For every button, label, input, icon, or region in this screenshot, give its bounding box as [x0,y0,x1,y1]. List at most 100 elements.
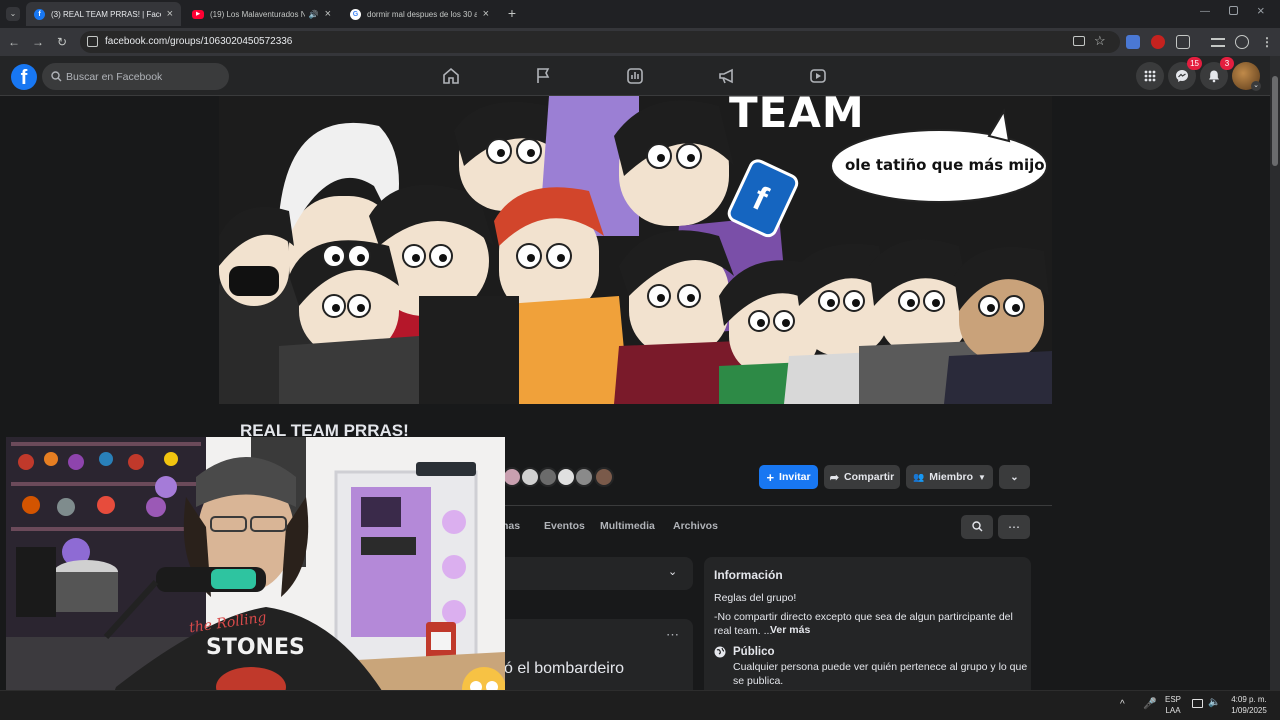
maximize-window-icon[interactable] [1229,6,1238,15]
install-app-icon[interactable] [1073,36,1085,46]
tab-search-icon[interactable]: ⌄ [6,7,20,21]
chevron-down-icon: ⌄ [1010,471,1019,483]
tab-archivos[interactable]: Archivos [673,520,718,532]
notifications-button[interactable]: 3 [1200,57,1234,90]
group-search-button[interactable] [961,515,993,539]
chevron-down-icon[interactable]: ⌄ [668,565,677,578]
member-label: Miembro [929,471,974,483]
browser-tab-google[interactable]: G dormir mal despues de los 30 años × [342,2,497,26]
bookmark-star-icon[interactable]: ☆ [1094,33,1106,49]
post-text: ó el bombardeiro [504,660,625,677]
member-avatar[interactable] [538,467,558,487]
close-tab-icon[interactable]: × [325,8,331,20]
notifications-badge: 3 [1220,57,1234,70]
site-info-icon[interactable] [87,36,98,47]
search-icon [971,521,982,532]
group-more-button[interactable]: ⋯ [998,515,1030,539]
invite-label: Invitar [779,471,811,483]
post-card: ⋯ ó el bombardeiro [500,619,693,694]
cover-speech-text: ole tatiño que más mijo [845,156,1045,174]
minimize-window-icon[interactable]: — [1200,6,1210,17]
profile-icon[interactable] [1235,35,1249,49]
page-scrollbar[interactable] [1270,56,1280,690]
network-icon[interactable] [1192,699,1203,708]
browser-tab-youtube[interactable]: ▶ (19) Los Malaventurados No Lloran 🔊 × [184,2,339,26]
tab-eventos[interactable]: Eventos [544,520,585,532]
menu-grid-button[interactable] [1136,62,1164,90]
caret-down-icon: ▼ [978,472,986,482]
account-chevron-icon[interactable]: ⌄ [1251,81,1261,91]
webcam-overlay: the Rolling STONES [6,437,505,715]
messenger-badge: 15 [1187,57,1202,70]
webcam-scene [6,437,505,715]
volume-icon[interactable]: 🔈 [1208,697,1220,708]
facebook-header: f Buscar en Facebook 15 3 ⌄ [0,56,1280,96]
reload-icon[interactable]: ↻ [54,34,70,50]
back-arrow-icon[interactable]: ← [6,34,22,50]
media-control-icon[interactable] [1211,38,1225,47]
clock-date[interactable]: 1/09/2025 [1226,706,1272,715]
pages-flag-icon[interactable] [533,66,553,86]
video-icon[interactable] [808,66,828,86]
member-button[interactable]: 👥 Miembro ▼ [906,465,993,489]
forward-arrow-icon[interactable]: → [30,34,46,50]
tab-multimedia[interactable]: Multimedia [600,520,655,532]
grid-icon [1144,70,1156,82]
shirt-text-stones: STONES [206,635,305,660]
member-avatar[interactable] [502,467,522,487]
rules-text: -No compartir directo excepto que sea de… [714,611,1013,637]
translate-extension-icon[interactable] [1126,35,1140,49]
groups-icon[interactable] [625,66,645,86]
cover-team-text: TEAM [729,96,865,137]
browser-tab-bar: ⌄ f (3) REAL TEAM PRRAS! | Facebook × ▶ … [0,0,1280,28]
facebook-favicon-icon: f [34,8,45,20]
facebook-search-input[interactable]: Buscar en Facebook [42,63,229,90]
tab-title: (3) REAL TEAM PRRAS! | Facebook [51,9,161,19]
share-arrow-icon: ➦ [829,471,840,484]
more-options-button[interactable]: ⌄ [999,465,1030,489]
scrollbar-thumb[interactable] [1272,76,1278,166]
share-button[interactable]: ➦ Compartir [824,465,900,489]
info-heading: Información [714,568,783,582]
extensions-puzzle-icon[interactable] [1176,35,1190,49]
rules-title: Reglas del grupo! [714,592,797,604]
browser-tab-facebook[interactable]: f (3) REAL TEAM PRRAS! | Facebook × [26,2,181,26]
red-extension-icon[interactable] [1151,35,1165,49]
microphone-icon[interactable]: 🎤 [1143,697,1157,710]
search-icon [51,71,62,82]
tab-title: (19) Los Malaventurados No Lloran [210,9,305,19]
post-options-icon[interactable]: ⋯ [666,627,679,643]
google-favicon-icon: G [350,8,361,20]
bell-icon [1209,70,1219,83]
language-line-1[interactable]: ESP [1165,695,1181,704]
members-icon: 👥 [913,471,925,482]
see-more-link[interactable]: Ver más [770,624,810,636]
invite-button[interactable]: + Invitar [759,465,818,489]
language-line-2[interactable]: LAA [1165,706,1181,715]
clock-time[interactable]: 4:09 p. m. [1226,695,1272,704]
privacy-text-1: Cualquier persona puede ver quién perten… [733,661,1028,673]
share-label: Compartir [844,471,895,483]
url-field[interactable]: facebook.com/groups/1063020450572336 ☆ [80,31,1120,53]
member-avatar[interactable] [574,467,594,487]
messenger-button[interactable]: 15 [1168,57,1202,90]
member-avatar[interactable] [594,467,614,487]
group-info-card: Información Reglas del grupo! -No compar… [704,557,1031,694]
close-tab-icon[interactable]: × [167,8,173,20]
privacy-title: Público [733,646,775,658]
close-window-icon[interactable]: × [1257,3,1265,18]
feed-sort-card[interactable]: ⌄ [500,557,693,590]
speaker-icon[interactable]: 🔊 [309,10,319,19]
group-cover-photo[interactable]: f TEAM ole tatiño que más mijo [219,96,1052,404]
home-icon[interactable] [441,66,461,86]
tray-chevron-up-icon[interactable]: ^ [1120,699,1125,710]
privacy-text-2: se publica. [733,675,784,687]
facebook-logo-icon[interactable]: f [11,64,37,90]
member-avatar[interactable] [556,467,576,487]
close-tab-icon[interactable]: × [483,8,489,20]
member-avatar[interactable] [520,467,540,487]
browser-menu-icon[interactable]: ⋮ [1259,34,1275,50]
browser-address-bar: ← → ↻ facebook.com/groups/10630204505723… [0,28,1280,56]
new-tab-plus-icon[interactable]: + [505,5,519,21]
megaphone-icon[interactable] [717,66,737,86]
